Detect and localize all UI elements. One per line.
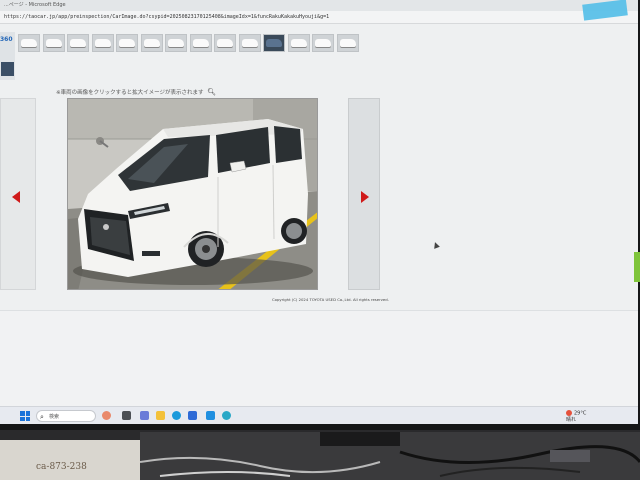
weather-desc: 晴れ xyxy=(566,416,577,423)
taskbar-search[interactable]: ⌕ 検索 xyxy=(36,410,96,422)
thumbnail-9[interactable] xyxy=(214,34,236,52)
windows-taskbar: ⌕ 検索 29°C 晴れ xyxy=(0,406,638,424)
file-explorer-icon[interactable] xyxy=(156,411,165,420)
search-icon: ⌕ xyxy=(40,413,44,421)
arrow-right-icon[interactable] xyxy=(361,191,369,203)
screen: ...ページ - Microsoft Edge https://taocar.j… xyxy=(0,0,638,424)
weather-widget[interactable]: 29°C 晴れ xyxy=(566,410,586,423)
store-icon[interactable] xyxy=(188,411,197,420)
search-placeholder: 検索 xyxy=(49,414,60,420)
thumbnail-4[interactable] xyxy=(91,34,114,52)
thumbnail-2[interactable] xyxy=(42,34,65,52)
teams-icon[interactable] xyxy=(140,411,149,420)
green-object-edge xyxy=(634,252,640,282)
thumbnail-car-icon xyxy=(217,39,233,47)
thumbnail-10[interactable] xyxy=(238,34,261,52)
thumbnail-car-icon xyxy=(315,39,331,47)
thumbnail-car-icon xyxy=(45,39,62,47)
thumbnail-car-icon xyxy=(143,39,160,47)
arrow-left-icon[interactable] xyxy=(12,191,20,203)
mouse-cursor-icon xyxy=(432,241,440,249)
thumbnail-14[interactable] xyxy=(336,34,359,52)
thumbnail-11[interactable] xyxy=(263,34,285,52)
thumbnail-8[interactable] xyxy=(189,34,212,52)
thumbnail-12[interactable] xyxy=(287,34,310,52)
thumbnail-3[interactable] xyxy=(67,34,89,52)
desk-paper: ca-873-238 xyxy=(0,440,140,480)
thumbnail-car-icon xyxy=(290,39,307,47)
thumbnail-1[interactable] xyxy=(18,34,40,52)
url-text[interactable]: https://taocar.jp/app/preinspection/CarI… xyxy=(4,14,329,20)
thumbnail-car-icon xyxy=(266,39,282,47)
thumbnail-strip xyxy=(0,30,380,56)
window-title: ...ページ - Microsoft Edge xyxy=(4,2,66,8)
copyright-notice: Copyright (C) 2024 TOYOTA USED Co.,Ltd. … xyxy=(272,297,389,302)
app-icon[interactable] xyxy=(222,411,231,420)
monitor-bezel: ...ページ - Microsoft Edge https://taocar.j… xyxy=(0,0,640,430)
hint-text: ※車両の画像をクリックすると拡大イメージが表示されます xyxy=(56,90,204,96)
sidebar-thumb[interactable] xyxy=(1,62,14,76)
vehicle-photo[interactable] xyxy=(67,98,318,290)
thumbnail-car-icon xyxy=(21,39,37,47)
mail-icon[interactable] xyxy=(206,411,215,420)
page-blank-area xyxy=(0,310,638,407)
thumbnail-7[interactable] xyxy=(165,34,187,52)
thumbnail-car-icon xyxy=(94,39,111,47)
thumbnail-car-icon xyxy=(192,39,209,47)
address-bar[interactable]: https://taocar.jp/app/preinspection/CarI… xyxy=(0,11,638,24)
thumbnail-car-icon xyxy=(70,39,86,47)
widget-icon[interactable] xyxy=(102,411,111,420)
thumbnail-6[interactable] xyxy=(140,34,163,52)
thumbnail-car-icon xyxy=(119,39,135,47)
thumbnail-car-icon xyxy=(168,39,184,47)
thumbnail-5[interactable] xyxy=(116,34,138,52)
prev-image-panel[interactable] xyxy=(0,98,36,290)
task-view-icon[interactable] xyxy=(122,411,131,420)
magnifier-icon[interactable]: 🔍︎ xyxy=(207,88,216,96)
vehicle-photo-image xyxy=(68,99,317,289)
thumbnail-car-icon xyxy=(339,39,356,47)
paper-number: ca-873-238 xyxy=(36,462,87,472)
thumbnail-13[interactable] xyxy=(312,34,334,52)
windows-start-icon[interactable] xyxy=(20,411,30,421)
edge-icon[interactable] xyxy=(172,411,181,420)
thumbnail-car-icon xyxy=(241,39,258,47)
enlarge-hint: ※車両の画像をクリックすると拡大イメージが表示されます 🔍︎ xyxy=(56,88,216,96)
desk-cables xyxy=(140,432,640,480)
next-image-panel[interactable] xyxy=(348,98,380,290)
weather-icon xyxy=(566,410,572,416)
browser-titlebar: ...ページ - Microsoft Edge xyxy=(0,0,638,11)
